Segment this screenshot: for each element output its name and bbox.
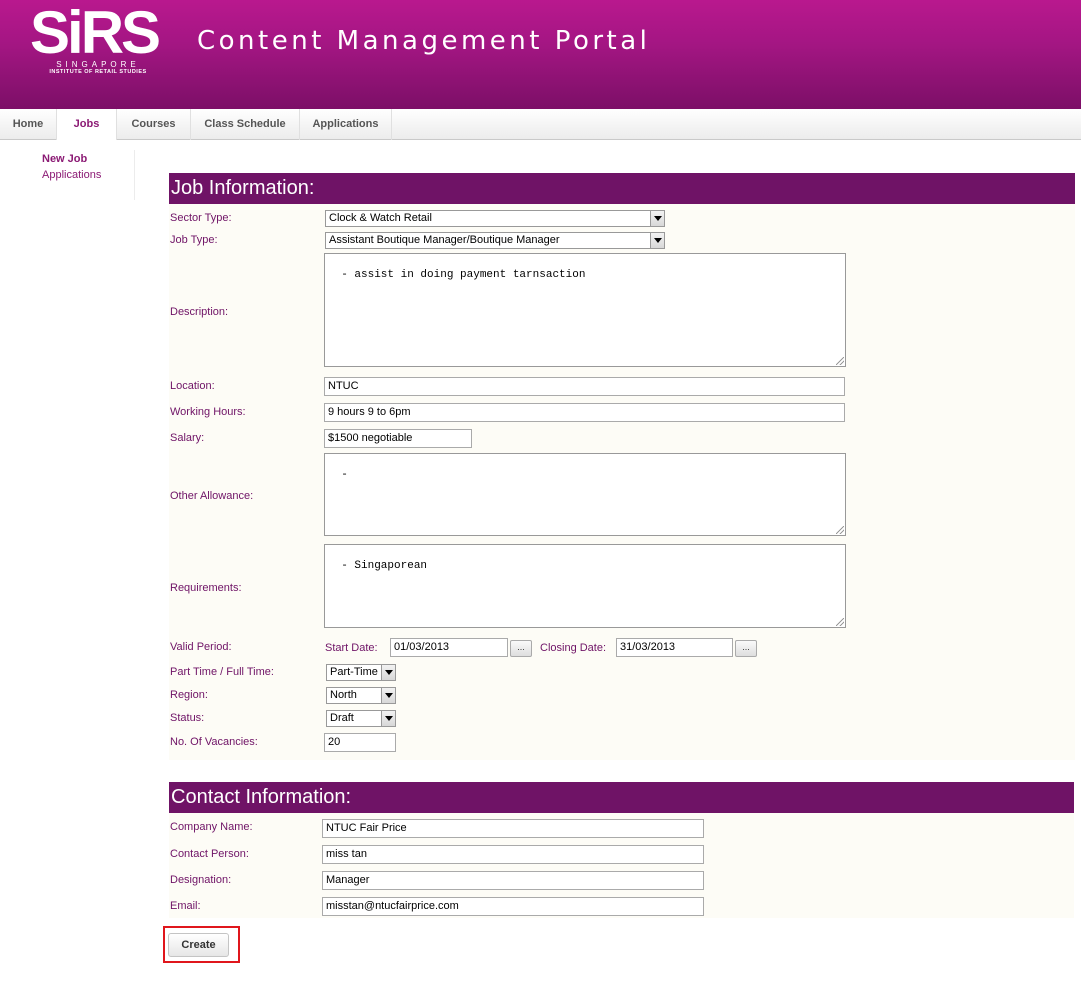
location-label: Location: [170, 380, 215, 392]
status-value: Draft [330, 712, 354, 724]
description-value: - assist in doing payment tarnsaction [341, 269, 586, 281]
working-hours-label: Working Hours: [170, 406, 246, 418]
job-info-heading: Job Information: [169, 173, 1075, 204]
requirements-label: Requirements: [170, 582, 242, 594]
vacancies-label: No. Of Vacancies: [170, 736, 258, 748]
nav-item-jobs[interactable]: Jobs [57, 109, 117, 140]
nav-item-courses[interactable]: Courses [117, 109, 191, 140]
designation-input[interactable]: Manager [322, 871, 704, 890]
salary-label: Salary: [170, 432, 205, 444]
job-type-select[interactable]: Assistant Boutique Manager/Boutique Mana… [325, 232, 665, 249]
start-date-input[interactable]: 01/03/2013 [390, 638, 508, 657]
sector-type-label: Sector Type: [170, 212, 232, 224]
job-type-value: Assistant Boutique Manager/Boutique Mana… [329, 234, 560, 246]
part-full-select[interactable]: Part-Time [326, 664, 396, 681]
working-hours-input[interactable]: 9 hours 9 to 6pm [324, 403, 845, 422]
logo-subtitle: SINGAPORE [56, 60, 140, 69]
logo-text: SiRS [30, 0, 161, 66]
start-date-picker-button[interactable]: ... [510, 640, 532, 657]
header-banner: SiRS SINGAPORE INSTITUTE OF RETAIL STUDI… [0, 0, 1081, 109]
chevron-down-icon [650, 233, 664, 248]
logo-tagline: INSTITUTE OF RETAIL STUDIES [49, 69, 147, 75]
chevron-down-icon [381, 688, 395, 703]
requirements-textarea[interactable]: - Singaporean [324, 544, 846, 628]
other-allowance-textarea[interactable]: - [324, 453, 846, 536]
contact-person-label: Contact Person: [170, 848, 249, 860]
resize-grip-icon[interactable] [836, 526, 844, 534]
closing-date-picker-button[interactable]: ... [735, 640, 757, 657]
main-nav: Home Jobs Courses Class Schedule Applica… [0, 109, 1081, 140]
contact-person-input[interactable]: miss tan [322, 845, 704, 864]
job-type-label: Job Type: [170, 234, 218, 246]
email-label: Email: [170, 900, 201, 912]
company-name-label: Company Name: [170, 821, 253, 833]
nav-item-applications[interactable]: Applications [300, 109, 392, 140]
part-full-label: Part Time / Full Time: [170, 666, 274, 678]
chevron-down-icon [381, 711, 395, 726]
email-input[interactable]: misstan@ntucfairprice.com [322, 897, 704, 916]
region-select[interactable]: North [326, 687, 396, 704]
closing-date-input[interactable]: 31/03/2013 [616, 638, 733, 657]
salary-input[interactable]: $1500 negotiable [324, 429, 472, 448]
start-date-label: Start Date: [325, 642, 378, 654]
valid-period-label: Valid Period: [170, 641, 232, 653]
status-label: Status: [170, 712, 205, 724]
contact-info-heading: Contact Information: [169, 782, 1074, 813]
sirs-logo[interactable]: SiRS SINGAPORE INSTITUTE OF RETAIL STUDI… [30, 0, 161, 79]
requirements-value: - Singaporean [341, 560, 428, 572]
designation-label: Designation: [170, 874, 232, 886]
part-full-value: Part-Time [330, 666, 378, 678]
sector-type-value: Clock & Watch Retail [329, 212, 432, 224]
chevron-down-icon [650, 211, 664, 226]
other-allowance-label: Other Allowance: [170, 490, 254, 502]
region-label: Region: [170, 689, 208, 701]
sidebar-item-new-job[interactable]: New Job [42, 153, 87, 165]
closing-date-label: Closing Date: [540, 642, 607, 654]
description-textarea[interactable]: - assist in doing payment tarnsaction [324, 253, 846, 367]
other-allowance-value: - [341, 469, 348, 481]
create-button[interactable]: Create [168, 933, 229, 957]
sidebar-item-applications[interactable]: Applications [42, 169, 101, 181]
chevron-down-icon [381, 665, 395, 680]
location-input[interactable]: NTUC [324, 377, 845, 396]
status-select[interactable]: Draft [326, 710, 396, 727]
nav-item-home[interactable]: Home [0, 109, 57, 140]
resize-grip-icon[interactable] [836, 357, 844, 365]
region-value: North [330, 689, 357, 701]
portal-title: Content Management Portal [197, 26, 651, 56]
nav-item-class-schedule[interactable]: Class Schedule [191, 109, 300, 140]
vacancies-input[interactable]: 20 [324, 733, 396, 752]
sidebar: New Job Applications [0, 150, 135, 200]
sector-type-select[interactable]: Clock & Watch Retail [325, 210, 665, 227]
resize-grip-icon[interactable] [836, 618, 844, 626]
description-label: Description: [170, 306, 229, 318]
company-name-input[interactable]: NTUC Fair Price [322, 819, 704, 838]
